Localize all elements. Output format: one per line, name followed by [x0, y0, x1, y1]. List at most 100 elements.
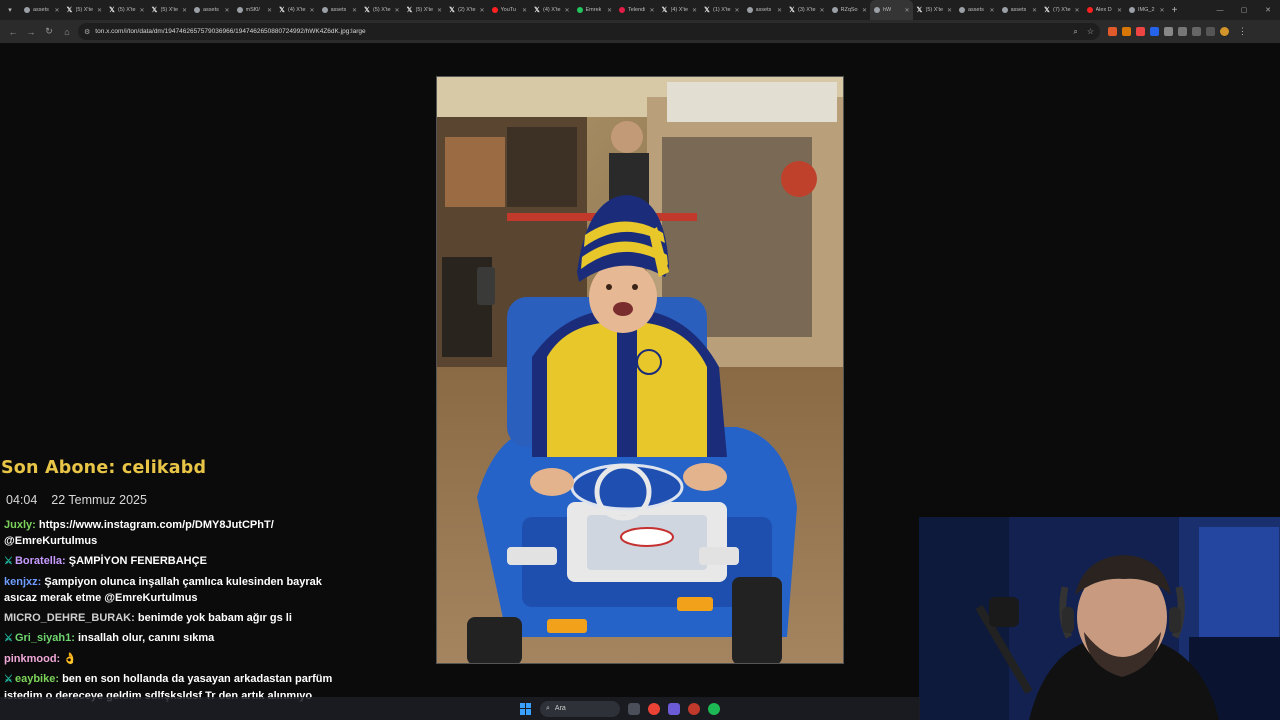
spotify-icon[interactable]	[708, 702, 720, 715]
browser-tab[interactable]: hW ✕	[870, 0, 913, 20]
tab-close-icon[interactable]: ✕	[819, 7, 824, 14]
chat-badge-icon: ⚔	[4, 633, 13, 644]
home-button[interactable]: ⌂	[58, 23, 76, 41]
tab-close-icon[interactable]: ✕	[182, 7, 187, 14]
extension-icon[interactable]	[1150, 27, 1159, 36]
browser-tab[interactable]: Alex D ✕	[1083, 0, 1126, 20]
browser-tab[interactable]: 𝕏 (4) X'te ✕	[275, 0, 318, 20]
tab-title: assets	[203, 7, 219, 13]
browser-tab[interactable]: YouTu ✕	[488, 0, 531, 20]
tab-close-icon[interactable]: ✕	[139, 7, 144, 14]
browser-tab[interactable]: assets ✕	[318, 0, 361, 20]
tab-close-icon[interactable]: ✕	[1117, 7, 1122, 14]
browser-tab[interactable]: 𝕏 (5) X'te ✕	[105, 0, 148, 20]
x-logo-icon: 𝕏	[449, 7, 455, 14]
tab-close-icon[interactable]: ✕	[267, 7, 272, 14]
browser-tab[interactable]: 𝕏 (7) X'te ✕	[1040, 0, 1083, 20]
extension-icon[interactable]	[1164, 27, 1173, 36]
tab-close-icon[interactable]: ✕	[734, 7, 739, 14]
browser-tab[interactable]: Telendi ✕	[615, 0, 658, 20]
extension-icon[interactable]	[1122, 27, 1131, 36]
chat-badge-icon: ⚔	[4, 556, 13, 567]
browser-tab[interactable]: 𝕏 (5) X'te ✕	[148, 0, 191, 20]
address-bar[interactable]: ⚙ ton.x.com/i/ton/data/dm/19474626575790…	[78, 23, 1100, 40]
browser-tab[interactable]: 𝕏 (4) X'te ✕	[530, 0, 573, 20]
tab-close-icon[interactable]: ✕	[394, 7, 399, 14]
tab-close-icon[interactable]: ✕	[692, 7, 697, 14]
tab-close-icon[interactable]: ✕	[777, 7, 782, 14]
tab-close-icon[interactable]: ✕	[352, 7, 357, 14]
browser-tab[interactable]: mSf0/ ✕	[233, 0, 276, 20]
browser-tab[interactable]: 𝕏 (4) X'te ✕	[658, 0, 701, 20]
reload-button[interactable]: ↻	[40, 23, 58, 41]
extensions-puzzle-icon[interactable]	[1178, 27, 1187, 36]
extension-icon[interactable]	[1192, 27, 1201, 36]
browser-tab[interactable]: 𝕏 (5) X'te ✕	[913, 0, 956, 20]
taskbar-search[interactable]: ⌕ Ara	[540, 700, 620, 717]
zoom-icon[interactable]: ⌕	[1073, 27, 1077, 37]
tab-close-icon[interactable]: ✕	[989, 7, 994, 14]
forward-button[interactable]: →	[22, 23, 40, 41]
tab-close-icon[interactable]: ✕	[862, 7, 867, 14]
browser-tab[interactable]: assets ✕	[743, 0, 786, 20]
tab-close-icon[interactable]: ✕	[97, 7, 102, 14]
tab-search-icon[interactable]: ▾	[0, 0, 20, 20]
task-view-icon[interactable]	[628, 702, 640, 715]
globe-icon	[24, 7, 30, 13]
tab-close-icon[interactable]: ✕	[1159, 7, 1164, 14]
tab-close-icon[interactable]: ✕	[1032, 7, 1037, 14]
browser-tab[interactable]: IMG_2 ✕	[1125, 0, 1168, 20]
browser-tab[interactable]: assets ✕	[998, 0, 1041, 20]
tab-title: assets	[33, 7, 49, 13]
browser-tab[interactable]: 𝕏 (1) X'te ✕	[700, 0, 743, 20]
tab-close-icon[interactable]: ✕	[564, 7, 569, 14]
tab-title: (5) X'te	[373, 7, 391, 13]
browser-tab[interactable]: 𝕏 (5) X'te ✕	[403, 0, 446, 20]
browser-tab[interactable]: RZqSo ✕	[828, 0, 871, 20]
tab-close-icon[interactable]: ✕	[479, 7, 484, 14]
browser-tab[interactable]: assets ✕	[190, 0, 233, 20]
browser-tab[interactable]: Emrek ✕	[573, 0, 616, 20]
back-button[interactable]: ←	[4, 23, 22, 41]
browser-tab[interactable]: 𝕏 (5) X'te ✕	[360, 0, 403, 20]
close-window-button[interactable]: ✕	[1256, 0, 1280, 20]
discord-icon[interactable]	[668, 702, 680, 715]
extension-icon[interactable]	[1108, 27, 1117, 36]
tab-close-icon[interactable]: ✕	[607, 7, 612, 14]
chrome-profile-icon[interactable]	[688, 702, 700, 715]
x-logo-icon: 𝕏	[279, 7, 285, 14]
browser-menu-icon[interactable]: ⋮	[1238, 26, 1247, 37]
browser-tab[interactable]: 𝕏 (5) X'te ✕	[63, 0, 106, 20]
extension-icon[interactable]	[1136, 27, 1145, 36]
tab-close-icon[interactable]: ✕	[1074, 7, 1079, 14]
profile-avatar[interactable]	[1220, 27, 1229, 36]
tab-close-icon[interactable]: ✕	[904, 7, 909, 14]
tab-close-icon[interactable]: ✕	[437, 7, 442, 14]
new-tab-button[interactable]: +	[1168, 5, 1182, 16]
tab-title: (5) X'te	[415, 7, 434, 13]
minimize-button[interactable]: —	[1208, 0, 1232, 20]
x-logo-icon: 𝕏	[704, 7, 710, 14]
current-date: 22 Temmuz 2025	[51, 493, 147, 507]
tab-close-icon[interactable]: ✕	[54, 7, 59, 14]
tab-close-icon[interactable]: ✕	[309, 7, 314, 14]
tab-close-icon[interactable]: ✕	[947, 7, 952, 14]
site-info-icon[interactable]: ⚙	[84, 28, 90, 36]
chat-username: Boratella:	[14, 555, 66, 567]
browser-tab[interactable]: assets ✕	[20, 0, 63, 20]
tab-title: RZqSo	[840, 7, 858, 13]
chat-message: pinkmood: 👌	[4, 651, 354, 667]
browser-tab[interactable]: 𝕏 (3) X'te ✕	[785, 0, 828, 20]
browser-tab[interactable]: assets ✕	[955, 0, 998, 20]
chat-text: ŞAMPİYON FENERBAHÇE	[68, 555, 207, 567]
tab-close-icon[interactable]: ✕	[224, 7, 229, 14]
side-panel-icon[interactable]	[1206, 27, 1215, 36]
tab-close-icon[interactable]: ✕	[649, 7, 654, 14]
chrome-icon[interactable]	[648, 702, 660, 715]
start-button[interactable]	[520, 702, 532, 715]
browser-tab[interactable]: 𝕏 (2) X'te ✕	[445, 0, 488, 20]
tab-close-icon[interactable]: ✕	[522, 7, 527, 14]
tab-title: assets	[968, 7, 984, 13]
bookmark-star-icon[interactable]: ☆	[1087, 27, 1094, 37]
maximize-button[interactable]: ▢	[1232, 0, 1256, 20]
